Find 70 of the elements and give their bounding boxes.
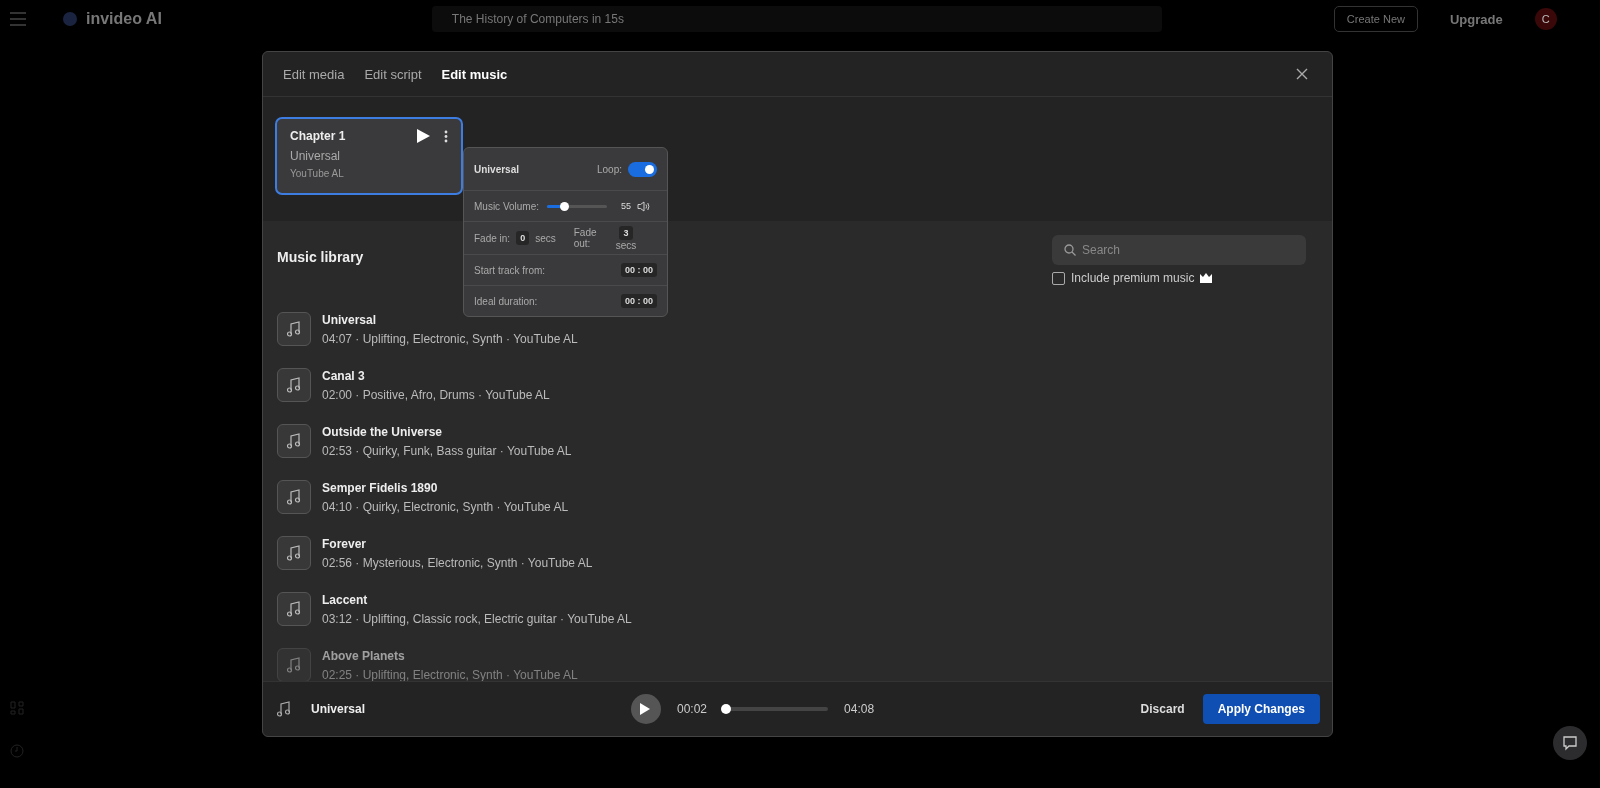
track-details: 02:00 · Positive, Afro, Drums · YouTube AL [322,387,550,402]
discard-button[interactable]: Discard [1134,701,1191,717]
track-details: 04:07 · Uplifting, Electronic, Synth · YouTube AL [322,331,578,346]
track-title[interactable]: Canal 3 [322,368,550,383]
now-playing-title: Universal [311,702,367,716]
chapter-card[interactable]: Chapter 1 Universal YouTube AL [275,117,463,195]
current-time: 00:02 [677,702,708,716]
search-icon [1064,244,1076,256]
checkbox-label[interactable]: Include premium music [1071,271,1195,285]
track-details: 03:12 · Uplifting, Classic rock, Electric guitar · YouTube AL [322,611,632,626]
track-name: Universal [290,149,341,163]
project-title-field[interactable]: The History of Computers in 15s [431,6,1162,32]
music-note-icon[interactable] [277,648,311,681]
track-title[interactable]: Laccent [322,592,632,607]
unit-label: secs [615,239,637,251]
total-time: 04:08 [844,702,875,716]
track-details: 02:53 · Quirky, Funk, Bass guitar · YouTube AL [322,443,572,458]
fade-in-field[interactable]: 0 [516,231,530,245]
apply-changes-button[interactable]: Apply Changes [1202,694,1320,724]
create-new-button[interactable]: Create New [1333,6,1418,32]
brand-name: invideo AI [86,10,162,28]
fade-out-field[interactable]: 3 [619,225,633,240]
music-note-icon[interactable] [277,368,311,402]
track-source: YouTube AL [290,168,345,179]
volume-value: 55 [621,201,632,211]
checkbox[interactable] [1052,271,1065,285]
avatar[interactable]: C [1534,8,1557,30]
play-button[interactable] [631,694,661,724]
popover-track-name: Universal [474,163,520,175]
tab[interactable]: Edit script [356,62,430,86]
music-note-icon[interactable] [277,592,311,626]
music-note-icon[interactable] [277,424,311,458]
tab[interactable]: Edit music [433,62,516,86]
music-note-icon [277,701,291,717]
more-icon[interactable] [444,129,448,143]
volume-slider[interactable] [547,204,608,208]
fade-in-label: Fade in: [474,232,511,244]
logo-icon [62,11,78,27]
track-title[interactable]: Semper Fidelis 1890 [322,480,569,495]
track-details: 02:56 · Mysterious, Electronic, Synth · YouTube AL [322,555,593,570]
track-title[interactable]: Forever [322,536,593,551]
music-note-icon[interactable] [277,536,311,570]
track-details: 04:10 · Quirky, Electronic, Synth · YouTube AL [322,499,569,514]
duration-label: Ideal duration: [474,295,538,307]
start-label: Start track from: [474,264,546,276]
loop-label: Loop: [596,163,622,175]
track-title[interactable]: Outside the Universe [322,424,572,439]
speaker-icon[interactable] [637,200,651,212]
track-title[interactable]: Above Planets [322,648,578,663]
tab[interactable]: Edit media [275,62,353,86]
section-title: Music library [277,249,364,267]
upgrade-button[interactable]: Upgrade [1443,10,1509,28]
play-icon [639,703,650,715]
search-field[interactable]: Search [1052,235,1306,265]
close-icon[interactable] [1296,68,1308,80]
unit-label: secs [535,232,556,244]
volume-label: Music Volume: [474,200,540,212]
start-time-field[interactable]: 00 : 00 [620,263,657,277]
chapter-title: Chapter 1 [290,129,347,143]
music-note-icon[interactable] [277,312,311,346]
music-note-icon[interactable] [277,480,311,514]
playback-progress[interactable] [723,707,829,711]
track-details: 02:25 · Uplifting, Electronic, Synth · YouTube AL [322,667,578,681]
fade-out-label: Fade out: [573,227,598,249]
duration-field[interactable]: 00 : 00 [620,294,657,308]
track-title[interactable]: Universal [322,312,578,327]
chat-icon[interactable] [1553,726,1587,760]
crown-icon [1200,273,1213,283]
loop-toggle[interactable] [628,161,657,177]
play-icon[interactable] [417,129,430,143]
